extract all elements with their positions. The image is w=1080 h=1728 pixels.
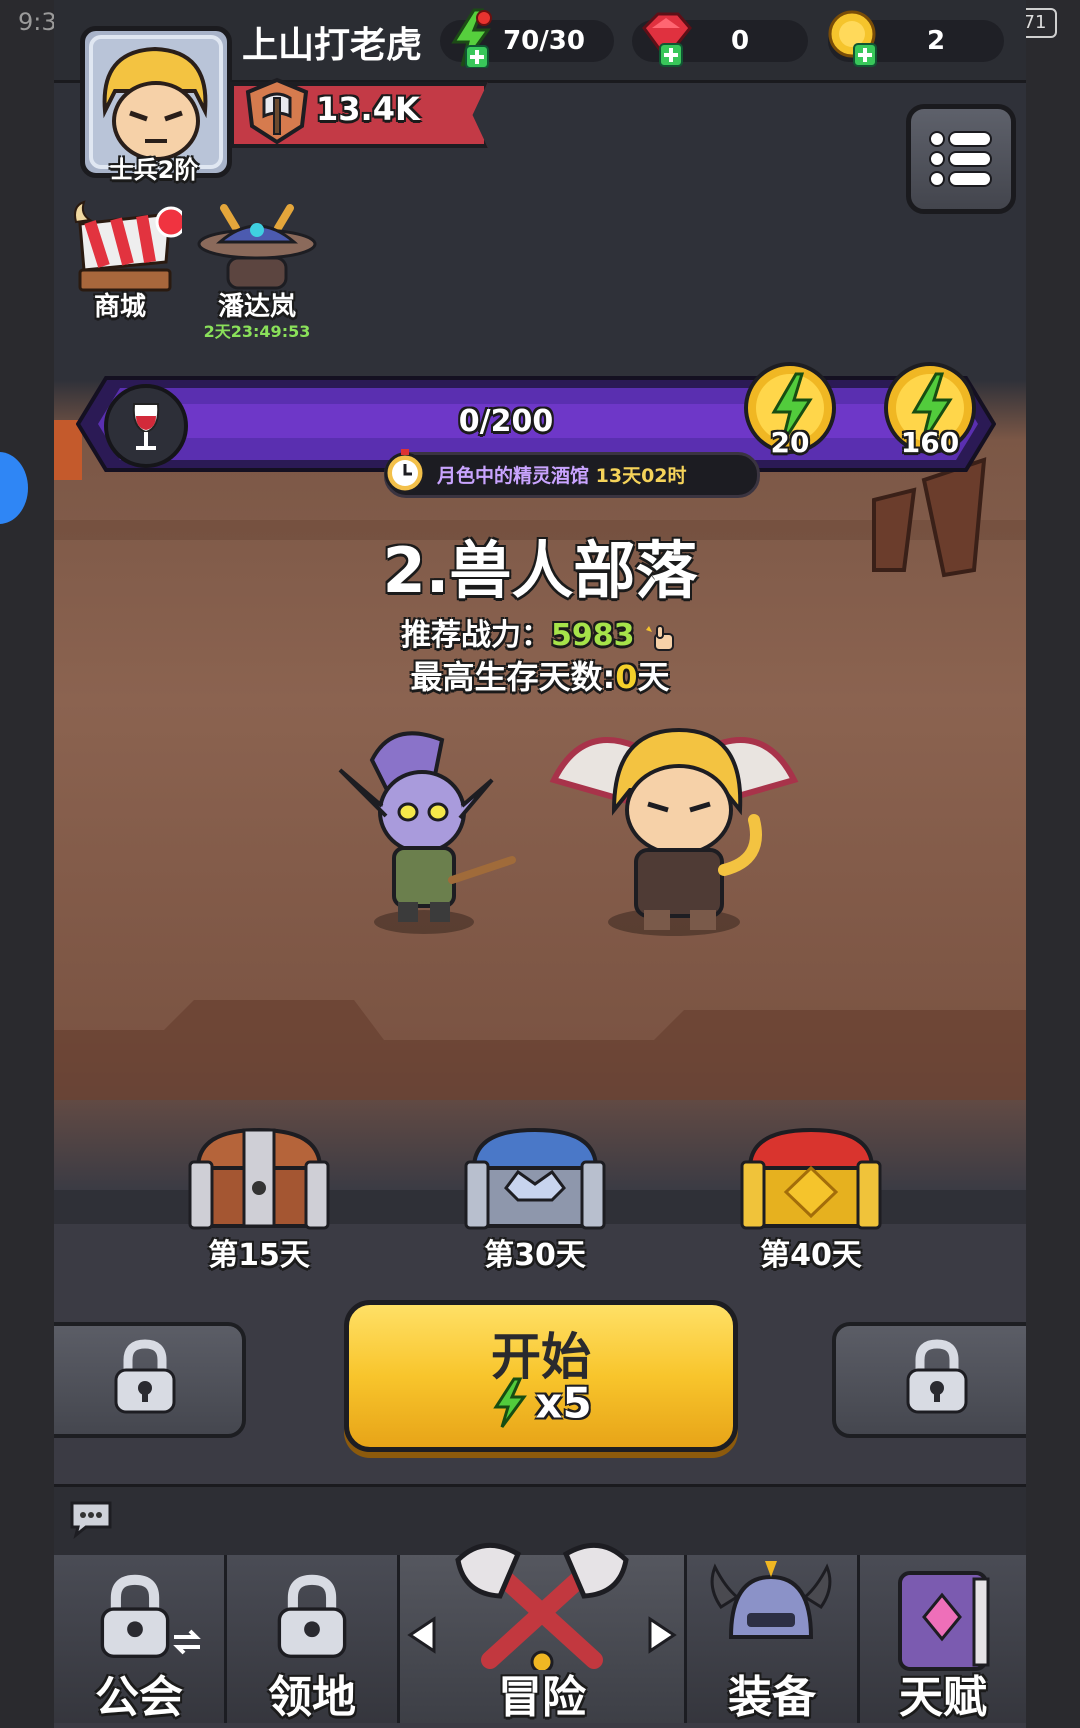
max-survival-value: 0 <box>615 658 638 696</box>
shop-label: 商城 <box>93 292 146 322</box>
player-rank: 士兵2阶 <box>109 156 199 184</box>
clock-icon <box>381 447 429 495</box>
thumb-star-icon <box>645 622 679 652</box>
gold-coin-icon[interactable] <box>824 8 886 68</box>
swap-arrows-icon <box>170 1625 204 1659</box>
nav-territory-tab[interactable]: 领地 <box>227 1555 400 1723</box>
chest-day-15-label: 第15天 <box>208 1238 310 1273</box>
event-timer: 2天23:49:53 <box>203 322 311 341</box>
recommended-power-value: 5983 <box>551 618 635 653</box>
menu-list-icon <box>929 131 992 187</box>
nav-guild-tab[interactable]: 公会 <box>54 1555 227 1723</box>
nav-talent-label: 天赋 <box>899 1672 987 1723</box>
nav-equipment-label: 装备 <box>728 1672 816 1723</box>
max-survival-unit: 天 <box>637 658 670 696</box>
stage-background <box>54 400 1026 1100</box>
next-stage-locked-button[interactable] <box>832 1322 1026 1438</box>
player-name: 上山打老虎 <box>242 25 423 66</box>
recommended-power-label: 推荐战力： <box>401 618 552 653</box>
max-survival-row: 最高生存天数:0天 <box>54 652 1026 698</box>
lock-icon <box>277 1574 347 1658</box>
game-screen: 士兵2阶 上山打老虎 13.4K 70/30 0 2 商城 潘达岚 2天23:4… <box>54 0 1026 1728</box>
ruby-icon[interactable] <box>634 8 696 68</box>
tavern-event-timer[interactable]: 月色中的精灵酒馆 13天02时 <box>384 449 760 498</box>
shop-stall-icon <box>74 200 187 292</box>
spellbook-icon <box>898 1571 990 1671</box>
recommended-power-row: 推荐战力：5983 <box>54 610 1026 654</box>
shop-shortcut[interactable]: 商城 <box>70 200 187 322</box>
player-power: 13.4K <box>316 90 420 128</box>
warrior-hero[interactable] <box>544 710 814 950</box>
nav-adventure-label: 冒险 <box>498 1672 586 1723</box>
chest-day-30-label: 第30天 <box>484 1238 586 1273</box>
lightning-icon <box>490 1377 530 1429</box>
nav-guild-label: 公会 <box>95 1672 183 1723</box>
helmet-icon <box>710 1561 832 1639</box>
elf-hero[interactable] <box>332 720 532 940</box>
axe-shield-icon <box>244 76 310 146</box>
lightning-icon[interactable] <box>444 8 500 69</box>
right-arrow-icon[interactable] <box>646 1615 680 1655</box>
floating-assist-button[interactable] <box>0 452 28 524</box>
max-survival-label: 最高生存天数: <box>410 658 616 696</box>
coin-value: 2 <box>926 26 946 56</box>
left-arrow-icon[interactable] <box>404 1615 438 1655</box>
reward-160[interactable]: 160 <box>880 360 980 480</box>
menu-button[interactable] <box>906 104 1016 214</box>
chest-day-40[interactable]: 第40天 <box>736 1122 886 1273</box>
lock-icon <box>100 1574 170 1658</box>
chest-day-40-label: 第40天 <box>760 1238 862 1273</box>
pandaria-event-shortcut[interactable]: 潘达岚 2天23:49:53 <box>184 200 330 341</box>
chest-day-15[interactable]: 第15天 <box>184 1122 334 1273</box>
prev-stage-locked-button[interactable] <box>54 1322 246 1438</box>
stage-title: 2.兽人部落 <box>382 534 698 607</box>
wooden-chest-icon <box>188 1127 330 1230</box>
tavern-event-name: 月色中的精灵酒馆 <box>437 465 590 487</box>
crossed-axes-icon <box>444 1540 640 1674</box>
tavern-event-countdown: 13天02时 <box>595 465 687 487</box>
start-button-cost: x5 <box>535 1378 592 1428</box>
lock-icon <box>906 1339 968 1414</box>
golden-chest-icon <box>740 1127 882 1230</box>
lock-icon <box>114 1339 176 1414</box>
silver-chest-icon <box>464 1127 606 1230</box>
chat-bubble-icon[interactable] <box>68 1499 114 1539</box>
samurai-helmet-icon <box>197 204 317 290</box>
nav-talent-tab[interactable]: 天赋 <box>860 1555 1026 1723</box>
nav-territory-label: 领地 <box>268 1672 356 1723</box>
reward-160-label: 160 <box>900 426 960 459</box>
wine-glass-icon <box>104 384 188 468</box>
start-button[interactable]: 开始 x5 <box>344 1300 738 1452</box>
progress-value: 0/200 <box>458 404 554 439</box>
nav-equipment-tab[interactable]: 装备 <box>687 1555 860 1723</box>
chest-day-30[interactable]: 第30天 <box>460 1122 610 1273</box>
reward-20-label: 20 <box>770 426 810 459</box>
